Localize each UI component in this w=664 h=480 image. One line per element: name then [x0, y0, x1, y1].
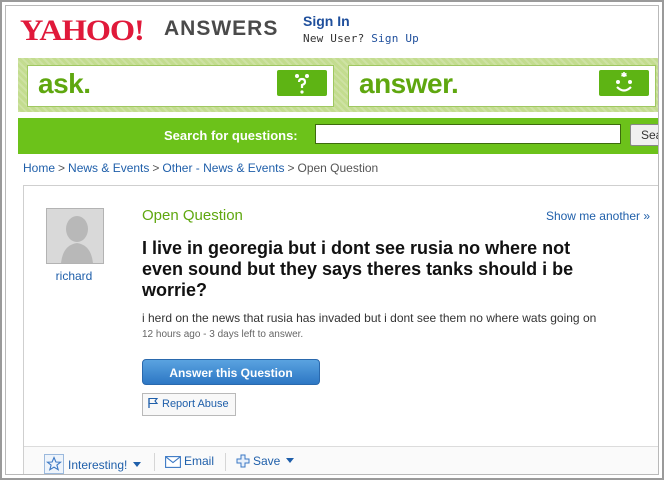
sign-in-link[interactable]: Sign In — [303, 13, 350, 29]
ask-answer-band: ask. answer. — [18, 58, 658, 112]
asker-name-link[interactable]: richard — [24, 269, 124, 283]
answer-label: answer. — [359, 68, 459, 99]
breadcrumb-other-news-events[interactable]: Other - News & Events — [162, 161, 284, 175]
report-abuse-button[interactable]: Report Abuse — [142, 393, 236, 416]
interesting-label: Interesting! — [68, 458, 128, 472]
question-status: Open Question — [142, 207, 243, 224]
breadcrumb-current: Open Question — [297, 161, 379, 175]
answer-box[interactable]: answer. — [348, 65, 656, 107]
email-label: Email — [184, 454, 215, 468]
action-divider — [154, 453, 155, 471]
question-panel: richard Open Question Show me another » … — [23, 185, 658, 474]
search-input[interactable] — [315, 124, 621, 144]
new-user-label: New User? — [303, 32, 365, 45]
page: YAHOO! ANSWERS Sign In New User? Sign Up… — [5, 5, 659, 475]
ask-box[interactable]: ask. — [27, 65, 334, 107]
ask-label: ask. — [38, 68, 91, 99]
plus-icon — [236, 454, 250, 468]
user-silhouette-icon — [47, 209, 103, 263]
flag-icon — [148, 397, 159, 408]
report-abuse-label: Report Abuse — [162, 398, 229, 410]
sign-up-link[interactable]: Sign Up — [371, 32, 419, 45]
action-divider — [225, 453, 226, 471]
question-title: I live in georegia but i dont see rusia … — [142, 238, 574, 300]
question-meta: 12 hours ago - 3 days left to answer. — [142, 329, 304, 340]
email-button[interactable]: Email — [165, 454, 214, 468]
star-icon — [44, 454, 64, 474]
smile-face-icon — [599, 70, 649, 96]
avatar[interactable] — [46, 208, 104, 264]
window-frame: YAHOO! ANSWERS Sign In New User? Sign Up… — [0, 0, 664, 480]
answers-logo-text[interactable]: ANSWERS — [164, 17, 278, 41]
breadcrumb-home[interactable]: Home — [23, 161, 55, 175]
search-button[interactable]: Search — [630, 124, 658, 146]
answer-question-button[interactable]: Answer this Question — [142, 359, 320, 385]
question-face-icon — [277, 70, 327, 96]
breadcrumb-news-events[interactable]: News & Events — [68, 161, 149, 175]
question-body: i herd on the news that rusia has invade… — [142, 311, 597, 325]
envelope-icon — [165, 456, 181, 468]
yahoo-logo[interactable]: YAHOO! — [20, 14, 145, 48]
question-actions: Interesting! Email Save — [24, 446, 658, 474]
new-user-line: New User? Sign Up — [303, 32, 419, 45]
chevron-down-icon[interactable] — [286, 458, 295, 463]
save-button[interactable]: Save — [236, 454, 295, 468]
save-label: Save — [253, 454, 281, 468]
search-label: Search for questions: — [164, 128, 298, 143]
show-me-another-link[interactable]: Show me another » — [546, 209, 650, 223]
chevron-down-icon[interactable] — [133, 462, 142, 467]
interesting-button[interactable]: Interesting! — [44, 454, 142, 474]
search-bar: Search for questions: Search — [18, 118, 658, 154]
breadcrumb: Home > News & Events > Other - News & Events… — [23, 161, 379, 175]
